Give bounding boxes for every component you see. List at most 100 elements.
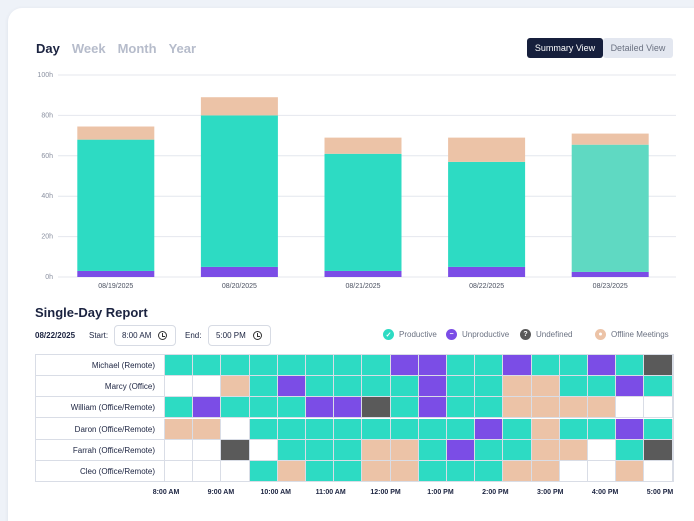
activity-slot[interactable] — [306, 418, 335, 440]
activity-slot[interactable] — [306, 439, 335, 461]
activity-slot[interactable] — [249, 376, 278, 398]
activity-slot[interactable] — [277, 355, 306, 376]
activity-slot[interactable] — [418, 461, 447, 482]
activity-slot[interactable] — [503, 397, 532, 419]
activity-slot[interactable] — [616, 418, 645, 440]
activity-slot[interactable] — [531, 355, 560, 376]
activity-slot[interactable] — [193, 461, 222, 482]
bar-segment-offline[interactable] — [77, 126, 155, 140]
activity-slot[interactable] — [277, 397, 306, 419]
activity-slot[interactable] — [559, 355, 588, 376]
activity-slot[interactable] — [390, 397, 419, 419]
activity-slot[interactable] — [418, 439, 447, 461]
activity-slot[interactable] — [193, 397, 222, 419]
activity-slot[interactable] — [475, 461, 504, 482]
activity-slot[interactable] — [249, 355, 278, 376]
activity-slot[interactable] — [447, 376, 476, 398]
activity-slot[interactable] — [249, 418, 278, 440]
activity-slot[interactable] — [277, 418, 306, 440]
activity-slot[interactable] — [644, 461, 673, 482]
activity-slot[interactable] — [334, 355, 363, 376]
activity-slot[interactable] — [277, 376, 306, 398]
activity-slot[interactable] — [390, 461, 419, 482]
activity-slot[interactable] — [588, 461, 617, 482]
activity-slot[interactable] — [221, 461, 250, 482]
activity-slot[interactable] — [193, 355, 222, 376]
activity-slot[interactable] — [334, 461, 363, 482]
activity-slot[interactable] — [531, 376, 560, 398]
bar-segment-productive[interactable] — [324, 153, 402, 271]
activity-slot[interactable] — [559, 376, 588, 398]
activity-slot[interactable] — [616, 376, 645, 398]
bar-segment-offline[interactable] — [324, 137, 402, 154]
bar-segment-offline[interactable] — [448, 137, 526, 162]
activity-slot[interactable] — [362, 418, 391, 440]
activity-slot[interactable] — [249, 439, 278, 461]
activity-slot[interactable] — [249, 461, 278, 482]
bar-segment-offline[interactable] — [200, 97, 278, 116]
activity-slot[interactable] — [277, 461, 306, 482]
activity-slot[interactable] — [588, 439, 617, 461]
activity-slot[interactable] — [475, 397, 504, 419]
activity-slot[interactable] — [390, 376, 419, 398]
activity-slot[interactable] — [193, 439, 222, 461]
activity-slot[interactable] — [418, 355, 447, 376]
activity-slot[interactable] — [221, 355, 250, 376]
activity-slot[interactable] — [644, 397, 673, 419]
activity-slot[interactable] — [559, 461, 588, 482]
activity-slot[interactable] — [447, 397, 476, 419]
bar-segment-unproductive[interactable] — [324, 270, 402, 277]
start-time-input[interactable]: 8:00 AM — [114, 325, 176, 346]
activity-slot[interactable] — [306, 376, 335, 398]
bar-segment-offline[interactable] — [571, 133, 649, 145]
activity-slot[interactable] — [531, 439, 560, 461]
activity-slot[interactable] — [531, 418, 560, 440]
activity-slot[interactable] — [644, 418, 673, 440]
activity-slot[interactable] — [221, 397, 250, 419]
activity-slot[interactable] — [475, 355, 504, 376]
activity-slot[interactable] — [559, 418, 588, 440]
activity-slot[interactable] — [447, 355, 476, 376]
activity-slot[interactable] — [559, 439, 588, 461]
activity-slot[interactable] — [616, 355, 645, 376]
activity-slot[interactable] — [503, 376, 532, 398]
bar-segment-productive[interactable] — [448, 161, 526, 267]
activity-slot[interactable] — [362, 355, 391, 376]
activity-slot[interactable] — [362, 461, 391, 482]
activity-slot[interactable] — [193, 418, 222, 440]
bar-segment-unproductive[interactable] — [571, 271, 649, 277]
activity-slot[interactable] — [475, 439, 504, 461]
bar-segment-unproductive[interactable] — [77, 270, 155, 277]
activity-slot[interactable] — [165, 397, 194, 419]
activity-slot[interactable] — [221, 439, 250, 461]
activity-slot[interactable] — [644, 376, 673, 398]
bar-segment-unproductive[interactable] — [200, 266, 278, 277]
activity-slot[interactable] — [531, 397, 560, 419]
activity-slot[interactable] — [334, 376, 363, 398]
activity-slot[interactable] — [531, 461, 560, 482]
activity-slot[interactable] — [447, 439, 476, 461]
activity-slot[interactable] — [390, 355, 419, 376]
activity-slot[interactable] — [390, 439, 419, 461]
activity-slot[interactable] — [503, 439, 532, 461]
activity-slot[interactable] — [418, 418, 447, 440]
activity-slot[interactable] — [221, 376, 250, 398]
activity-slot[interactable] — [165, 355, 194, 376]
activity-slot[interactable] — [165, 418, 194, 440]
activity-slot[interactable] — [616, 397, 645, 419]
activity-slot[interactable] — [334, 418, 363, 440]
activity-slot[interactable] — [644, 355, 673, 376]
activity-slot[interactable] — [588, 397, 617, 419]
activity-slot[interactable] — [362, 439, 391, 461]
activity-slot[interactable] — [334, 397, 363, 419]
activity-slot[interactable] — [503, 355, 532, 376]
activity-slot[interactable] — [418, 397, 447, 419]
bar-segment-productive[interactable] — [571, 144, 649, 272]
bar-segment-unproductive[interactable] — [448, 266, 526, 277]
end-time-input[interactable]: 5:00 PM — [208, 325, 271, 346]
activity-slot[interactable] — [475, 418, 504, 440]
activity-slot[interactable] — [362, 397, 391, 419]
bar-segment-productive[interactable] — [77, 139, 155, 271]
activity-slot[interactable] — [193, 376, 222, 398]
activity-slot[interactable] — [306, 355, 335, 376]
